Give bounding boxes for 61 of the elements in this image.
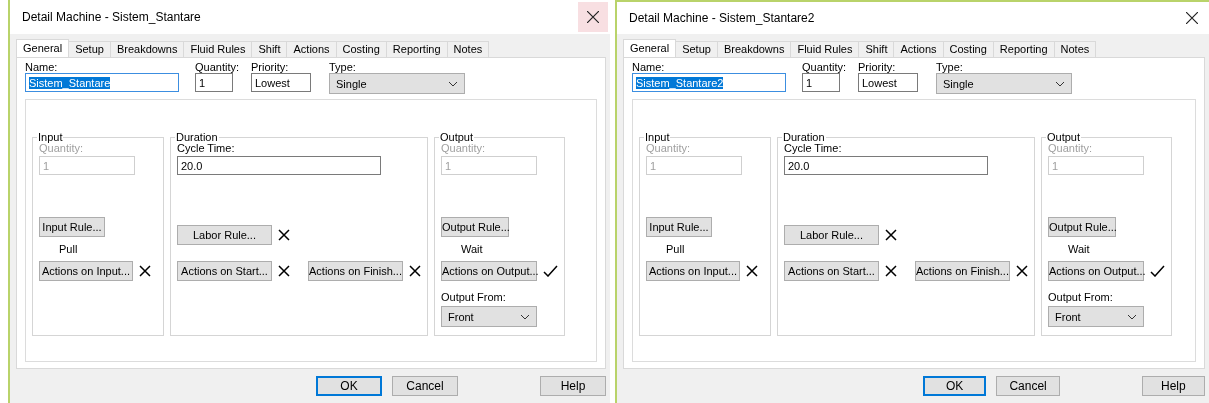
labor-rule-button[interactable]: Labor Rule... [784, 225, 879, 245]
dialog-button[interactable]: Help [540, 376, 606, 396]
field-label: Quantity: [646, 142, 692, 154]
close-icon [1186, 12, 1198, 24]
window-title: Detail Machine - Sistem_Stantare2 [629, 11, 815, 25]
actions-button[interactable]: Actions on Finish... [915, 261, 1010, 281]
tab[interactable]: Costing [942, 41, 994, 57]
caret-icon [1055, 80, 1065, 87]
tab[interactable]: Reporting [992, 41, 1055, 57]
priority-field[interactable]: Lowest [858, 73, 918, 92]
tab[interactable]: Notes [1053, 41, 1097, 57]
field-label: Name: [25, 61, 59, 73]
field-label: Name: [632, 61, 666, 73]
rule-value: Wait [1068, 243, 1091, 255]
group-title: Duration [175, 132, 219, 142]
field-label: Type: [936, 61, 964, 73]
actions-button[interactable]: Actions on Start... [177, 261, 272, 281]
priority-field[interactable]: Lowest [251, 73, 311, 92]
rule-value: Wait [461, 243, 484, 255]
group-title: Duration [782, 132, 826, 142]
actions-button[interactable]: Actions on Finish... [308, 261, 403, 281]
dialog-button[interactable]: Help [1141, 376, 1205, 396]
field-label: Quantity: [1048, 142, 1094, 154]
window-title: Detail Machine - Sistem_Stantare [22, 10, 201, 24]
field-label: Output From: [441, 291, 507, 303]
dialog-button[interactable]: Cancel [392, 376, 458, 396]
field-label: Cycle Time: [177, 142, 236, 154]
caret-icon [1127, 313, 1137, 320]
field-label: Cycle Time: [784, 142, 843, 154]
field-label: Output From: [1048, 291, 1114, 303]
caret-icon [448, 80, 458, 87]
close-icon [587, 11, 599, 23]
dialog-button[interactable]: OK [316, 376, 382, 396]
name-field[interactable]: Sistem_Stantare2 [632, 73, 786, 92]
type-dropdown[interactable]: Single [329, 73, 465, 94]
close-button[interactable] [578, 2, 608, 32]
cycle-time-field[interactable]: 20.0 [784, 156, 988, 175]
field-label: Type: [329, 61, 357, 73]
field-label: Quantity: [441, 142, 487, 154]
quantity-field[interactable]: 1 [195, 73, 233, 92]
dialog-button[interactable]: Cancel [996, 376, 1060, 396]
tab[interactable]: Notes [446, 41, 490, 57]
tab[interactable]: Setup [675, 41, 718, 57]
field-label: Priority: [251, 61, 290, 73]
quantity-field[interactable]: 1 [802, 73, 840, 92]
cycle-time-field[interactable]: 20.0 [177, 156, 381, 175]
caret-icon [520, 313, 530, 320]
type-dropdown[interactable]: Single [936, 73, 1072, 94]
actions-button[interactable]: Actions on Start... [784, 261, 879, 281]
rule-value: Pull [59, 243, 79, 255]
labor-rule-button[interactable]: Labor Rule... [177, 225, 272, 245]
field-label: Priority: [858, 61, 897, 73]
field-label: Quantity: [39, 142, 85, 154]
rule-value: Pull [666, 243, 686, 255]
tab[interactable]: General [623, 39, 677, 57]
tab[interactable]: Reporting [385, 41, 448, 57]
name-field[interactable]: Sistem_Stantare [25, 73, 179, 92]
tab[interactable]: Costing [335, 41, 387, 57]
tab[interactable]: General [16, 39, 70, 57]
tab[interactable]: Setup [68, 41, 111, 57]
dialog-button[interactable]: OK [923, 376, 987, 396]
